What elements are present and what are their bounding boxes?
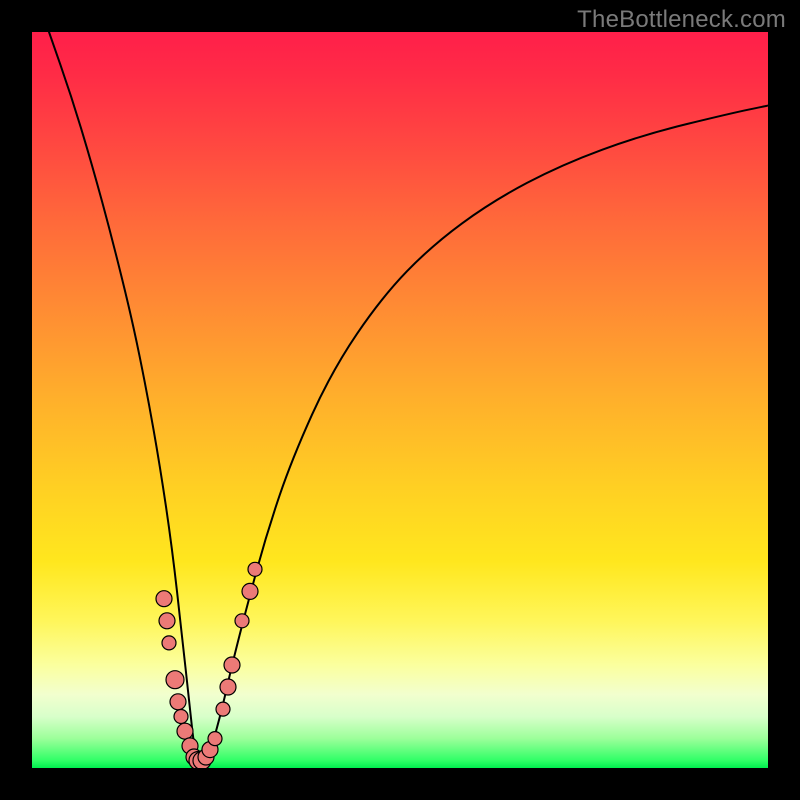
data-marker — [159, 613, 175, 629]
data-marker — [235, 614, 249, 628]
data-marker — [166, 671, 184, 689]
outer-frame: TheBottleneck.com — [0, 0, 800, 800]
data-marker — [170, 694, 186, 710]
data-marker — [224, 657, 240, 673]
plot-area — [32, 32, 768, 768]
data-marker — [156, 591, 172, 607]
data-marker — [208, 732, 222, 746]
curve-layer — [32, 32, 768, 768]
data-marker — [248, 562, 262, 576]
data-marker — [216, 702, 230, 716]
bottleneck-curve — [49, 32, 768, 761]
data-marker — [242, 583, 258, 599]
watermark-text: TheBottleneck.com — [577, 6, 786, 34]
data-marker — [174, 710, 188, 724]
data-marker — [162, 636, 176, 650]
data-marker — [220, 679, 236, 695]
marker-layer — [156, 562, 262, 768]
data-marker — [177, 723, 193, 739]
